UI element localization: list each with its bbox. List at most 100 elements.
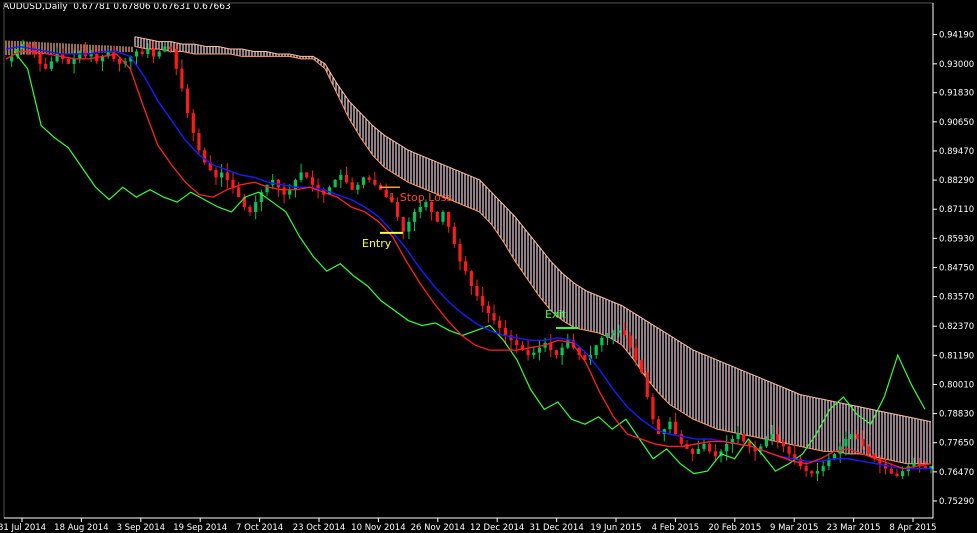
candle-body bbox=[498, 320, 502, 328]
y-tick-label-4: 0.89470 bbox=[939, 147, 974, 157]
time-axis[interactable]: 31 Jul 2014 18 Aug 2014 3 Sep 2014 19 Sep 2… bbox=[0, 517, 937, 533]
ichimoku-cloud bbox=[5, 36, 932, 465]
x-tick-label-10: 19 Jun 2015 bbox=[590, 523, 641, 533]
x-tick-label-2: 3 Sep 2014 bbox=[117, 523, 165, 533]
candle-body bbox=[157, 51, 161, 57]
candle-body bbox=[435, 211, 439, 222]
exit-label: Exit bbox=[545, 308, 567, 321]
y-tick-label-8: 0.84750 bbox=[939, 263, 974, 273]
candle-body bbox=[174, 49, 178, 69]
y-tick-label-16: 0.75290 bbox=[939, 497, 974, 507]
x-tick-label-14: 23 Mar 2015 bbox=[827, 523, 881, 533]
candle-body bbox=[151, 49, 156, 57]
candle-body bbox=[708, 443, 712, 452]
candle-body bbox=[27, 44, 31, 47]
candle-body bbox=[657, 419, 661, 435]
candle-body bbox=[770, 434, 774, 440]
y-tick-label-2: 0.91830 bbox=[939, 89, 974, 99]
candle-body bbox=[293, 179, 298, 190]
candle-body bbox=[764, 439, 769, 447]
candle-body bbox=[407, 221, 411, 232]
candle-body bbox=[554, 350, 559, 356]
x-tick-label-1: 18 Aug 2014 bbox=[54, 523, 108, 533]
entry-label: Entry bbox=[362, 237, 392, 250]
x-tick-label-3: 19 Sep 2014 bbox=[173, 523, 227, 533]
candle-body bbox=[492, 313, 496, 321]
candle-body bbox=[617, 330, 621, 333]
candle-body bbox=[736, 434, 740, 440]
y-tick-label-7: 0.85930 bbox=[939, 234, 974, 244]
candle-body bbox=[168, 46, 173, 50]
x-tick-label-5: 23 Oct 2014 bbox=[293, 523, 346, 533]
candle-body bbox=[44, 63, 48, 69]
x-tick-label-8: 12 Dec 2014 bbox=[470, 523, 524, 533]
candle-body bbox=[49, 61, 53, 69]
candle-body bbox=[412, 211, 417, 222]
candle-body bbox=[674, 421, 678, 435]
candle-body bbox=[605, 335, 610, 338]
candle-body bbox=[458, 244, 462, 262]
candle-body bbox=[373, 179, 377, 185]
y-tick-label-10: 0.82370 bbox=[939, 322, 974, 332]
candlesticks bbox=[10, 39, 933, 481]
candle-body bbox=[38, 53, 42, 64]
candle-body bbox=[203, 150, 207, 163]
candle-body bbox=[832, 453, 837, 459]
candle-body bbox=[350, 182, 354, 190]
candle-body bbox=[691, 448, 695, 454]
candle-body bbox=[889, 468, 893, 474]
candle-body bbox=[185, 88, 190, 114]
candle-body bbox=[486, 305, 490, 314]
candle-body bbox=[725, 443, 729, 452]
candle-body bbox=[651, 397, 655, 420]
candle-body bbox=[787, 446, 791, 454]
candle-body bbox=[821, 466, 825, 472]
candle-body bbox=[810, 471, 814, 474]
y-tick-label-11: 0.81190 bbox=[939, 351, 974, 361]
y-tick-label-0: 0.94190 bbox=[939, 30, 974, 40]
y-tick-label-14: 0.77650 bbox=[939, 439, 974, 449]
candle-body bbox=[197, 132, 201, 151]
candle-body bbox=[237, 187, 241, 198]
candle-body bbox=[600, 337, 604, 346]
candle-body bbox=[367, 177, 371, 180]
candle-body bbox=[503, 327, 507, 336]
candle-body bbox=[804, 466, 808, 472]
x-tick-label-7: 26 Nov 2014 bbox=[411, 523, 465, 533]
candle-body bbox=[594, 345, 598, 356]
candle-body bbox=[901, 471, 905, 477]
candle-body bbox=[225, 172, 229, 180]
candle-body bbox=[469, 271, 473, 286]
x-tick-label-15: 8 Apr 2015 bbox=[889, 523, 936, 533]
candle-body bbox=[305, 172, 309, 178]
candle-body bbox=[418, 206, 422, 212]
candle-body bbox=[32, 46, 36, 54]
candle-body bbox=[231, 179, 235, 188]
candle-body bbox=[895, 473, 899, 477]
candle-body bbox=[310, 177, 315, 185]
candle-body bbox=[713, 451, 717, 457]
candle-body bbox=[611, 332, 615, 336]
candle-body bbox=[628, 335, 632, 348]
candle-body bbox=[849, 434, 854, 440]
candle-body bbox=[668, 421, 672, 430]
candle-body bbox=[248, 206, 252, 212]
y-tick-label-5: 0.88290 bbox=[939, 176, 974, 186]
x-tick-label-12: 20 Feb 2015 bbox=[708, 523, 761, 533]
y-tick-label-12: 0.80010 bbox=[939, 380, 974, 390]
candle-body bbox=[78, 51, 82, 59]
candle-body bbox=[299, 172, 303, 180]
candle-body bbox=[639, 360, 644, 373]
candle-body bbox=[866, 446, 871, 454]
candle-body bbox=[288, 189, 292, 195]
price-chart[interactable]: Entry ⇩ Stop Loss Exit 0.94190 0.93000 0.918… bbox=[0, 0, 977, 533]
plot-frame bbox=[3, 2, 934, 519]
candle-body bbox=[282, 187, 286, 195]
candle-body bbox=[214, 169, 218, 178]
candle-body bbox=[146, 49, 150, 54]
y-tick-label-13: 0.78830 bbox=[939, 410, 974, 420]
candle-body bbox=[191, 113, 195, 133]
price-axis[interactable]: 0.94190 0.93000 0.91830 0.90650 0.89470 0.882… bbox=[3, 2, 974, 519]
y-tick-label-6: 0.87110 bbox=[939, 205, 974, 215]
candle-body bbox=[361, 177, 366, 185]
